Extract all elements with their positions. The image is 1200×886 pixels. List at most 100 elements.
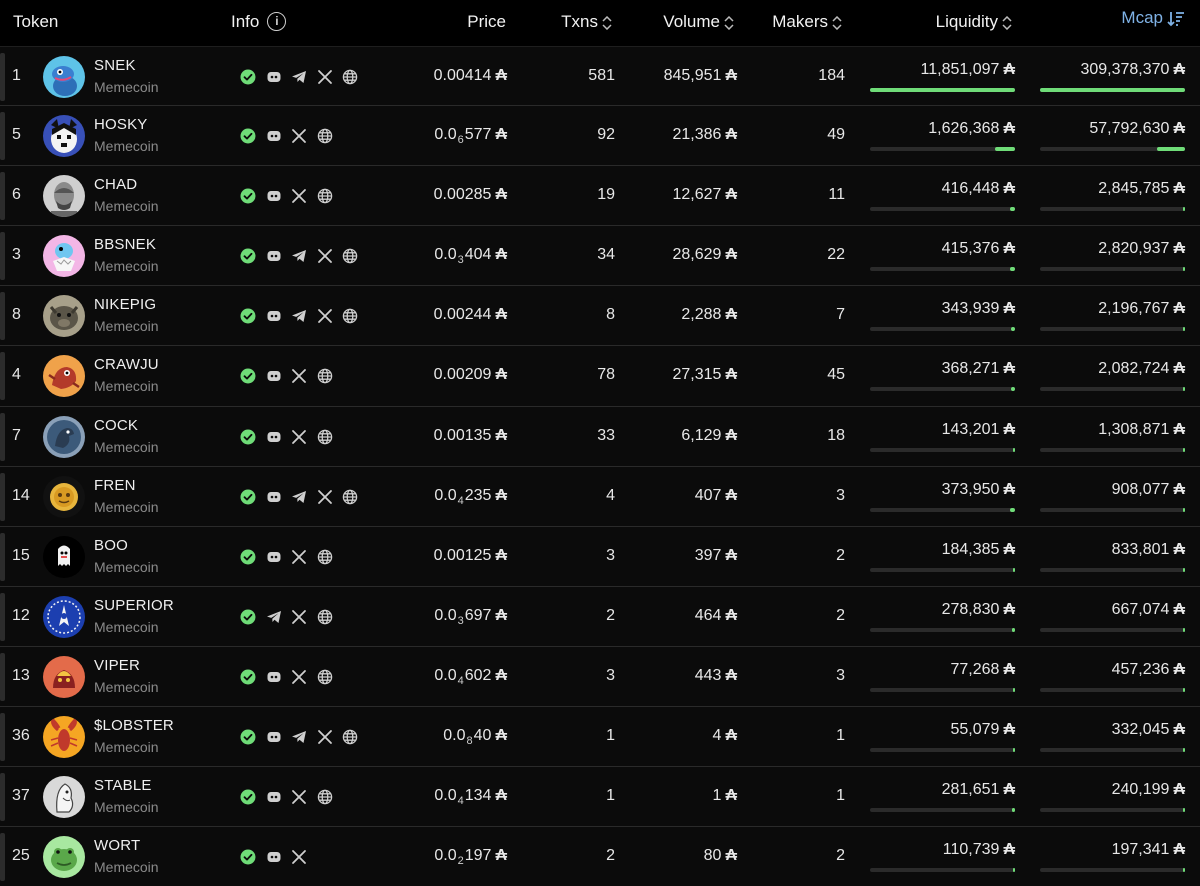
token-name[interactable]: BOO <box>94 537 128 554</box>
ada-symbol: ₳ <box>495 186 507 204</box>
telegram-icon[interactable] <box>291 69 307 85</box>
ada-symbol: ₳ <box>1003 781 1015 799</box>
table-row[interactable]: 3 BBSNEK Memecoin 0.03404 ₳ 34 28,629 ₳ 22 415,37… <box>0 226 1200 287</box>
ada-symbol: ₳ <box>1173 240 1185 258</box>
discord-icon[interactable] <box>266 489 282 505</box>
ada-symbol: ₳ <box>1003 61 1015 78</box>
x-icon[interactable] <box>317 248 333 264</box>
globe-icon[interactable] <box>317 188 333 204</box>
token-name[interactable]: BBSNEK <box>94 236 156 253</box>
x-icon[interactable] <box>291 849 307 865</box>
table-row[interactable]: 1 SNEK Memecoin 0.00414 ₳ 581 845,951 ₳ 184 11,85… <box>0 46 1200 107</box>
x-icon[interactable] <box>317 729 333 745</box>
token-name[interactable]: WORT <box>94 837 140 854</box>
col-txns[interactable]: Txns <box>561 12 612 32</box>
globe-icon[interactable] <box>317 789 333 805</box>
x-icon[interactable] <box>291 549 307 565</box>
table-row[interactable]: 37 STABLE Memecoin 0.04134 ₳ 1 1 ₳ 1 281,651 ₳ 240,… <box>0 767 1200 828</box>
col-liquidity[interactable]: Liquidity <box>936 12 1012 32</box>
col-price[interactable]: Price <box>467 12 506 32</box>
mcap-bar <box>1040 687 1185 692</box>
discord-icon[interactable] <box>266 128 282 144</box>
token-name[interactable]: $LOBSTER <box>94 717 174 734</box>
discord-icon[interactable] <box>266 188 282 204</box>
table-row[interactable]: 14 FREN Memecoin 0.04235 ₳ 4 407 ₳ 3 373,950 ₳ 908,… <box>0 466 1200 527</box>
table-row[interactable]: 12 SUPERIOR Memecoin 0.03697 ₳ 2 464 ₳ 2 278,830 ₳… <box>0 586 1200 647</box>
price-value: 0.00125 <box>433 546 492 564</box>
x-icon[interactable] <box>291 188 307 204</box>
x-icon[interactable] <box>291 789 307 805</box>
globe-icon[interactable] <box>317 549 333 565</box>
discord-icon[interactable] <box>266 69 282 85</box>
x-icon[interactable] <box>291 368 307 384</box>
price-zero-count: 3 <box>457 254 464 267</box>
mcap-bar <box>1040 567 1185 572</box>
discord-icon[interactable] <box>266 248 282 264</box>
table-row[interactable]: 4 CRAWJU Memecoin 0.00209 ₳ 78 27,315 ₳ 45 368,27… <box>0 346 1200 407</box>
x-icon[interactable] <box>317 489 333 505</box>
telegram-icon[interactable] <box>291 489 307 505</box>
token-name[interactable]: NIKEPIG <box>94 296 156 313</box>
table-row[interactable]: 8 NIKEPIG Memecoin 0.00244 ₳ 8 2,288 ₳ 7 343,939 ₳… <box>0 286 1200 347</box>
token-txns: 4 <box>606 486 615 504</box>
volume-value: 2,288 <box>681 306 722 324</box>
table-row[interactable]: 25 WORT Memecoin 0.02197 ₳ 2 80 ₳ 2 110,739 ₳ 197,3… <box>0 827 1200 886</box>
discord-icon[interactable] <box>266 849 282 865</box>
globe-icon[interactable] <box>317 368 333 384</box>
discord-icon[interactable] <box>266 669 282 685</box>
globe-icon[interactable] <box>317 128 333 144</box>
token-name[interactable]: FREN <box>94 477 136 494</box>
table-row[interactable]: 13 VIPER Memecoin 0.04602 ₳ 3 443 ₳ 3 77,268 ₳ 457,… <box>0 646 1200 708</box>
token-liquidity: 55,079 ₳ <box>951 721 1016 739</box>
col-mcap[interactable]: Mcap <box>1121 8 1185 28</box>
x-icon[interactable] <box>317 308 333 324</box>
x-icon[interactable] <box>291 669 307 685</box>
token-name[interactable]: SUPERIOR <box>94 597 174 614</box>
telegram-icon[interactable] <box>291 729 307 745</box>
token-category: Memecoin <box>94 198 159 215</box>
discord-icon[interactable] <box>266 429 282 445</box>
token-name[interactable]: VIPER <box>94 657 140 674</box>
social-links <box>240 246 368 266</box>
social-links <box>240 547 342 567</box>
token-name[interactable]: SNEK <box>94 57 136 74</box>
info-icon[interactable]: i <box>267 12 287 32</box>
x-icon[interactable] <box>291 128 307 144</box>
globe-icon[interactable] <box>317 609 333 625</box>
token-mcap: 197,341 ₳ <box>1112 841 1185 859</box>
table-row[interactable]: 36 $LOBSTER Memecoin 0.0840 ₳ 1 4 ₳ 1 55,079 ₳ 332,… <box>0 707 1200 768</box>
globe-icon[interactable] <box>317 669 333 685</box>
x-icon[interactable] <box>291 609 307 625</box>
telegram-icon[interactable] <box>291 308 307 324</box>
globe-icon[interactable] <box>342 248 358 264</box>
social-links <box>240 126 342 146</box>
discord-icon[interactable] <box>266 729 282 745</box>
token-name[interactable]: CHAD <box>94 176 137 193</box>
price-value: 0.00285 <box>433 186 492 204</box>
token-name[interactable]: CRAWJU <box>94 356 159 373</box>
col-volume[interactable]: Volume <box>663 12 734 32</box>
table-row[interactable]: 5 HOSKY Memecoin 0.06577 ₳ 92 21,386 ₳ 49 1,626,3… <box>0 106 1200 167</box>
globe-icon[interactable] <box>342 729 358 745</box>
discord-icon[interactable] <box>266 549 282 565</box>
col-makers[interactable]: Makers <box>772 12 842 32</box>
discord-icon[interactable] <box>266 789 282 805</box>
telegram-icon[interactable] <box>266 609 282 625</box>
table-row[interactable]: 15 BOO Memecoin 0.00125 ₳ 3 397 ₳ 2 184,385 ₳ 833,8… <box>0 526 1200 587</box>
x-icon[interactable] <box>291 429 307 445</box>
globe-icon[interactable] <box>342 308 358 324</box>
discord-icon[interactable] <box>266 368 282 384</box>
token-name[interactable]: HOSKY <box>94 116 148 133</box>
token-mcap: 2,082,724 ₳ <box>1098 360 1185 378</box>
token-name[interactable]: COCK <box>94 417 138 434</box>
globe-icon[interactable] <box>342 69 358 85</box>
col-token[interactable]: Token <box>13 12 58 32</box>
telegram-icon[interactable] <box>291 248 307 264</box>
table-row[interactable]: 7 COCK Memecoin 0.00135 ₳ 33 6,129 ₳ 18 143,201 ₳ 1… <box>0 406 1200 467</box>
token-name[interactable]: STABLE <box>94 777 152 794</box>
x-icon[interactable] <box>317 69 333 85</box>
discord-icon[interactable] <box>266 308 282 324</box>
table-row[interactable]: 6 CHAD Memecoin 0.00285 ₳ 19 12,627 ₳ 11 416,448 ₳… <box>0 166 1200 227</box>
globe-icon[interactable] <box>342 489 358 505</box>
globe-icon[interactable] <box>317 429 333 445</box>
